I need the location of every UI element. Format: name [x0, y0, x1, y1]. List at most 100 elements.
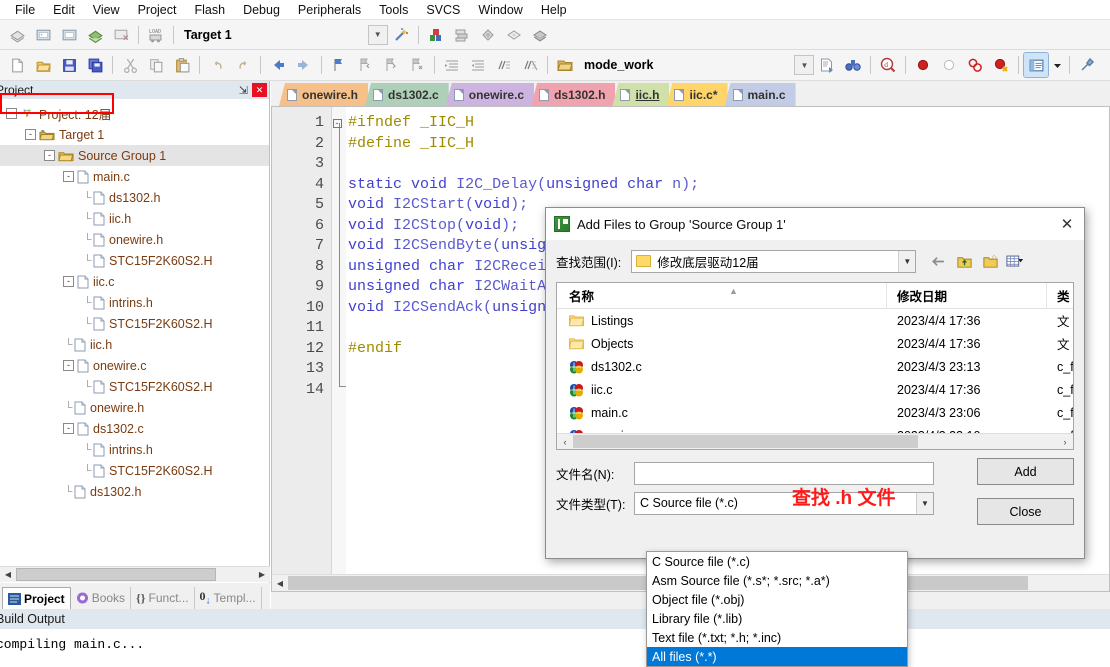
tree-node-main-c[interactable]: - main.c [0, 166, 269, 187]
editor-tab-iic-h[interactable]: iic.h [612, 83, 670, 106]
save-project-icon[interactable] [57, 23, 81, 47]
new-folder-icon[interactable] [980, 251, 1000, 271]
file-list[interactable]: 名称 ▲ 修改日期 类 Listings 2023/4/4 17:36 文 Objec… [556, 282, 1074, 450]
menu-item-help[interactable]: Help [532, 0, 576, 20]
copy-icon[interactable] [144, 53, 168, 77]
save-all-icon[interactable] [83, 53, 107, 77]
tree-expander-icon[interactable]: - [63, 171, 74, 182]
scroll-left-icon[interactable]: ◀ [272, 575, 288, 591]
project-tab-project[interactable]: Project [2, 587, 71, 609]
tree-node-onewire-c[interactable]: - onewire.c [0, 355, 269, 376]
fold-toggle-icon[interactable]: - [328, 113, 346, 134]
dropdown-option[interactable]: Asm Source file (*.s*; *.src; *.a*) [647, 571, 907, 590]
tree-node-stc15f2k60s2-h[interactable]: └ STC15F2K60S2.H [0, 250, 269, 271]
editor-tab-ds1302-c[interactable]: ds1302.c [365, 83, 449, 106]
column-header-date[interactable]: 修改日期 [887, 283, 1047, 308]
uncomment-icon[interactable] [518, 53, 542, 77]
editor-tab-iic-c[interactable]: iic.c* [666, 83, 728, 106]
paste-icon[interactable] [170, 53, 194, 77]
scroll-thumb[interactable] [573, 435, 918, 448]
dropdown-option[interactable]: Text file (*.txt; *.h; *.inc) [647, 628, 907, 647]
window-dropdown-icon[interactable] [1050, 53, 1064, 77]
editor-tab-ds1302-h[interactable]: ds1302.h [531, 83, 616, 106]
menu-item-debug[interactable]: Debug [234, 0, 289, 20]
tree-node-stc15f2k60s2-h[interactable]: └ STC15F2K60S2.H [0, 376, 269, 397]
tree-node-intrins-h[interactable]: └ intrins.h [0, 439, 269, 460]
tree-node-ds1302-h[interactable]: └ ds1302.h [0, 481, 269, 502]
scroll-left-icon[interactable]: ‹ [557, 437, 573, 447]
project-tree-hscrollbar[interactable]: ◀ ▶ [0, 566, 270, 582]
menu-item-file[interactable]: File [6, 0, 44, 20]
new-file-icon[interactable] [5, 53, 29, 77]
tree-node-onewire-h[interactable]: └ onewire.h [0, 229, 269, 250]
close-icon[interactable]: ✕ [1052, 210, 1082, 238]
chevron-down-icon[interactable]: ▼ [916, 492, 933, 514]
redo-icon[interactable] [231, 53, 255, 77]
scroll-right-icon[interactable]: ▶ [254, 567, 270, 582]
open-file-icon[interactable] [31, 53, 55, 77]
bookmark-next-icon[interactable] [379, 53, 403, 77]
debug-start-icon[interactable]: d [876, 53, 900, 77]
add-button[interactable]: Add [977, 458, 1074, 485]
save-icon[interactable] [57, 53, 81, 77]
project-window-icon[interactable] [1023, 52, 1050, 78]
binoculars-icon[interactable] [841, 53, 865, 77]
forward-icon[interactable] [292, 53, 316, 77]
bookmark-prev-icon[interactable] [353, 53, 377, 77]
open-folder-icon[interactable] [553, 53, 577, 77]
new-project-icon[interactable] [5, 23, 29, 47]
close-button[interactable]: Close [977, 498, 1074, 525]
tree-node-stc15f2k60s2-h[interactable]: └ STC15F2K60S2.H [0, 460, 269, 481]
dropdown-option[interactable]: C Source file (*.c) [647, 552, 907, 571]
comment-icon[interactable] [492, 53, 516, 77]
tree-expander-icon[interactable]: - [44, 150, 55, 161]
configure-icon[interactable] [1075, 53, 1099, 77]
insert-file-icon[interactable] [815, 53, 839, 77]
breakpoint-icon[interactable] [911, 53, 935, 77]
editor-tab-onewire-h[interactable]: onewire.h [279, 83, 369, 106]
breakpoint-clear-icon[interactable] [989, 53, 1013, 77]
pin-icon[interactable]: ⇲ [237, 84, 250, 97]
file-list-row[interactable]: Listings 2023/4/4 17:36 文 [557, 309, 1073, 332]
diamond-icon[interactable] [476, 23, 500, 47]
undo-icon[interactable] [205, 53, 229, 77]
back-icon[interactable] [266, 53, 290, 77]
chevron-down-icon[interactable]: ▼ [898, 250, 916, 272]
dropdown-option[interactable]: Object file (*.obj) [647, 590, 907, 609]
tree-expander-icon[interactable]: - [25, 129, 36, 140]
tree-node-source-group-1[interactable]: - Source Group 1 [0, 145, 269, 166]
editor-tab-main-c[interactable]: main.c [724, 83, 796, 106]
cut-icon[interactable] [118, 53, 142, 77]
close-icon[interactable]: ✕ [252, 83, 267, 97]
manage-components-icon[interactable] [424, 23, 448, 47]
up-folder-icon[interactable] [954, 251, 974, 271]
load-icon[interactable]: LOAD [144, 23, 168, 47]
file-list-row[interactable]: ds1302.c 2023/4/3 23:13 c_f [557, 355, 1073, 378]
file-type-combo[interactable]: C Source file (*.c) ▼ [634, 491, 934, 515]
tree-expander-icon[interactable]: - [6, 108, 17, 119]
tree-expander-icon[interactable]: - [63, 423, 74, 434]
file-type-dropdown[interactable]: C Source file (*.c) Asm Source file (*.s*… [646, 551, 908, 667]
tree-node-iic-h[interactable]: └ iic.h [0, 334, 269, 355]
rebuild-icon[interactable] [109, 23, 133, 47]
project-tab-funct[interactable]: {} Funct... [131, 587, 195, 609]
project-tab-books[interactable]: Books [71, 587, 132, 609]
file-name-input[interactable] [634, 461, 934, 485]
outdent-icon[interactable] [466, 53, 490, 77]
tree-node-ds1302-c[interactable]: - ds1302.c [0, 418, 269, 439]
file-list-row[interactable]: main.c 2023/4/3 23:06 c_f [557, 401, 1073, 424]
manage-layers-icon[interactable] [450, 23, 474, 47]
open-project-icon[interactable]: + [31, 23, 55, 47]
bookmark-icon[interactable] [502, 23, 526, 47]
tree-expander-icon[interactable]: - [63, 360, 74, 371]
menu-item-flash[interactable]: Flash [185, 0, 234, 20]
menu-item-project[interactable]: Project [129, 0, 186, 20]
project-tab-templ[interactable]: 0↓ Templ... [195, 587, 262, 609]
scroll-thumb[interactable] [16, 568, 216, 581]
tree-node-intrins-h[interactable]: └ intrins.h [0, 292, 269, 313]
mode-combo-arrow-icon[interactable]: ▼ [794, 55, 815, 75]
menu-item-window[interactable]: Window [469, 0, 531, 20]
package-icon[interactable] [528, 23, 552, 47]
menu-item-edit[interactable]: Edit [44, 0, 84, 20]
back-arrow-icon[interactable] [928, 251, 948, 271]
